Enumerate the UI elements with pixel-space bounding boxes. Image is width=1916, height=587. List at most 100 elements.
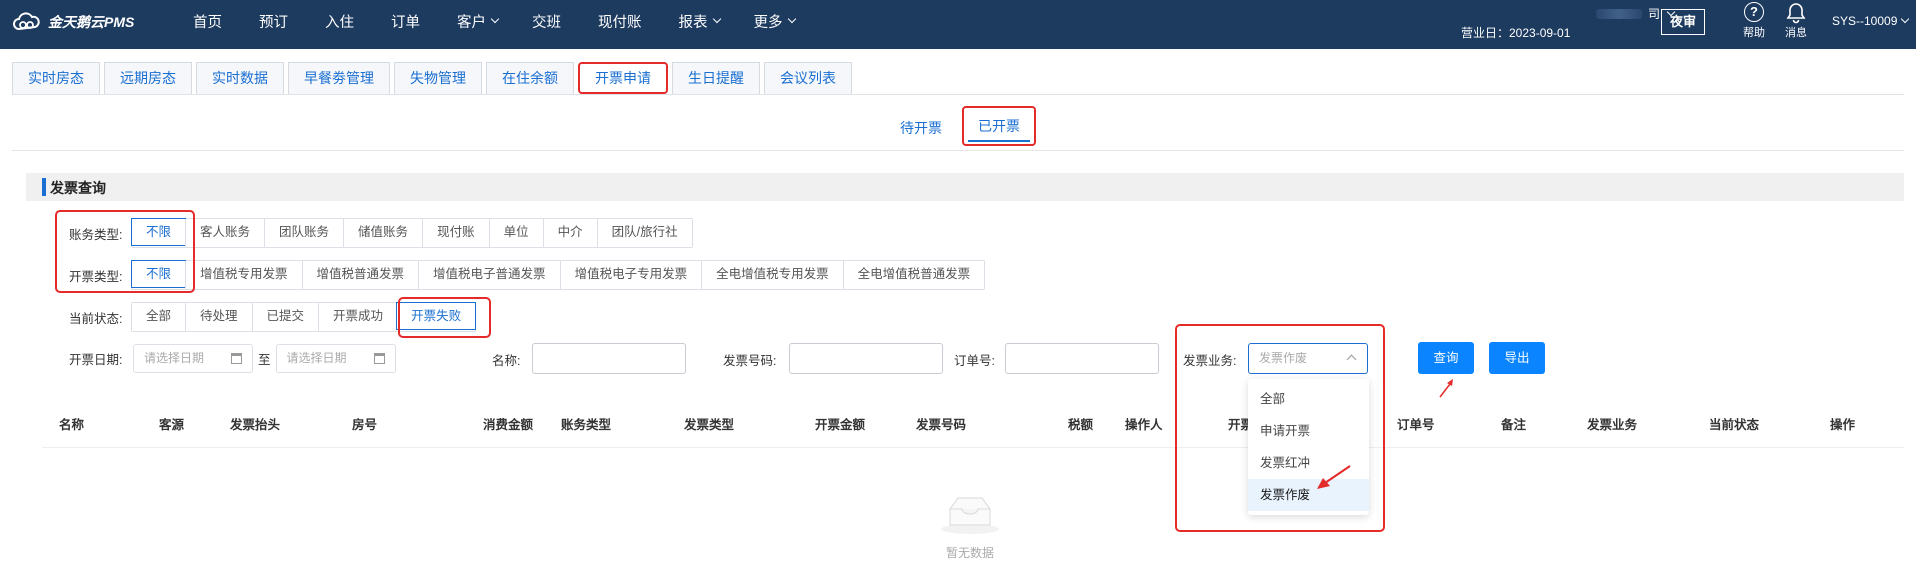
invoice-type-options: 不限 增值税专用发票 增值税普通发票 增值税电子普通发票 增值税电子专用发票 全… bbox=[131, 260, 986, 290]
date-range-separator: 至 bbox=[258, 353, 271, 367]
column-header: 消费金额 bbox=[483, 418, 534, 432]
account-type-option[interactable]: 团队账务 bbox=[264, 219, 344, 247]
column-header: 发票号码 bbox=[916, 418, 967, 432]
account-type-option[interactable]: 单位 bbox=[488, 219, 543, 247]
tab-in-house-balance[interactable]: 在住余额 bbox=[486, 62, 574, 94]
account-type-option[interactable]: 储值账务 bbox=[343, 219, 423, 247]
calendar-icon bbox=[373, 353, 385, 364]
app-logo-text: 金天鹅云PMS bbox=[48, 14, 135, 30]
arrow-head-icon bbox=[1447, 379, 1453, 386]
account-type-option[interactable]: 客人账务 bbox=[185, 219, 265, 247]
help-button[interactable]: ? 帮助 bbox=[1739, 2, 1769, 40]
column-header: 备注 bbox=[1501, 418, 1527, 432]
tab-lost-found[interactable]: 失物管理 bbox=[394, 62, 482, 94]
chevron-down-icon bbox=[490, 14, 500, 24]
business-date: 营业日：2023-09-01 bbox=[1461, 26, 1571, 40]
account-type-option[interactable]: 中介 bbox=[542, 219, 597, 247]
column-header: 名称 bbox=[59, 418, 85, 432]
empty-state: 暂无数据 bbox=[940, 495, 1000, 561]
empty-text: 暂无数据 bbox=[945, 546, 994, 560]
invoice-type-option[interactable]: 增值税电子普通发票 bbox=[418, 261, 560, 289]
chevron-down-icon bbox=[787, 14, 796, 24]
calendar-icon bbox=[231, 353, 242, 364]
column-header: 订单号 bbox=[1397, 418, 1435, 432]
name-label: 名称: bbox=[492, 354, 521, 368]
section-title: 发票查询 bbox=[50, 180, 106, 196]
subtab-divider bbox=[12, 150, 1904, 151]
column-header: 发票业务 bbox=[1587, 418, 1638, 432]
search-row: 开票日期: 请选择日期 至 请选择日期 bbox=[69, 344, 396, 373]
night-audit-button[interactable]: 夜审 bbox=[1661, 9, 1705, 35]
arrow-icon bbox=[1439, 383, 1451, 398]
account-type-options: 不限 客人账务 团队账务 储值账务 现付账 单位 中介 团队/旅行社 bbox=[131, 218, 693, 248]
chevron-down-icon bbox=[712, 14, 721, 24]
nav-shift[interactable]: 交班 bbox=[532, 11, 561, 32]
end-date-input[interactable]: 请选择日期 bbox=[275, 344, 396, 373]
nav-more[interactable]: 更多 bbox=[754, 11, 796, 32]
nav-checkin[interactable]: 入住 bbox=[325, 11, 354, 32]
section-accent-bar bbox=[42, 178, 46, 196]
order-number-input[interactable] bbox=[1005, 343, 1159, 374]
invoice-type-option[interactable]: 增值税专用发票 bbox=[185, 261, 302, 289]
annotation-highlight bbox=[398, 297, 491, 338]
column-header: 发票类型 bbox=[684, 418, 735, 432]
column-header: 客源 bbox=[159, 418, 185, 432]
cloud-logo-icon bbox=[13, 12, 40, 31]
status-option[interactable]: 待处理 bbox=[185, 303, 252, 331]
account-type-option[interactable]: 团队/旅行社 bbox=[596, 219, 692, 247]
invoice-type-option[interactable]: 增值税普通发票 bbox=[301, 261, 419, 289]
top-navbar: 金天鹅云PMS 首页 预订 入住 订单 客户 交班 现付账 报表 更多 司 营业… bbox=[0, 0, 1916, 49]
user-menu[interactable]: SYS--10009 bbox=[1832, 14, 1910, 28]
status-option[interactable]: 开票成功 bbox=[318, 303, 398, 331]
column-header: 税额 bbox=[1068, 418, 1094, 432]
empty-tray-icon bbox=[941, 497, 999, 534]
module-tabs: 实时房态 远期房态 实时数据 早餐劵管理 失物管理 在住余额 开票申请 生日提醒… bbox=[12, 62, 852, 94]
invoice-type-option[interactable]: 全电增值税普通发票 bbox=[842, 261, 985, 289]
name-input[interactable] bbox=[532, 343, 686, 374]
column-header: 账务类型 bbox=[561, 418, 612, 432]
app-logo[interactable]: 金天鹅云PMS bbox=[12, 12, 134, 32]
account-type-option[interactable]: 现付账 bbox=[422, 219, 489, 247]
messages-button[interactable]: 消息 bbox=[1781, 2, 1811, 40]
tab-invoice-request[interactable]: 开票申请 bbox=[578, 62, 668, 94]
subtab-issued[interactable]: 已开票 bbox=[962, 106, 1036, 146]
export-button[interactable]: 导出 bbox=[1489, 342, 1545, 374]
nav-booking[interactable]: 预订 bbox=[259, 11, 288, 32]
tab-realtime-room-status[interactable]: 实时房态 bbox=[12, 62, 100, 94]
invoice-type-option[interactable]: 全电增值税专用发票 bbox=[701, 261, 843, 289]
tab-breakfast-vouchers[interactable]: 早餐劵管理 bbox=[288, 62, 390, 94]
status-option[interactable]: 已提交 bbox=[251, 303, 319, 331]
column-header: 开票金额 bbox=[815, 418, 866, 432]
bell-icon bbox=[1786, 3, 1806, 24]
main-nav: 首页 预订 入住 订单 客户 交班 现付账 报表 更多 bbox=[193, 0, 796, 42]
hotel-name-redacted bbox=[1596, 8, 1642, 19]
invoice-number-input[interactable] bbox=[789, 343, 943, 374]
invoice-number-label: 发票号码: bbox=[723, 354, 777, 368]
nav-cash-account[interactable]: 现付账 bbox=[598, 11, 642, 32]
invoice-type-filter: 开票类型: 不限 增值税专用发票 增值税普通发票 增值税电子普通发票 增值税电子… bbox=[69, 260, 986, 290]
annotation-highlight bbox=[1175, 324, 1385, 532]
nav-orders[interactable]: 订单 bbox=[391, 11, 420, 32]
status-label: 当前状态: bbox=[69, 311, 123, 326]
column-header: 当前状态 bbox=[1709, 418, 1760, 432]
order-number-label: 订单号: bbox=[954, 354, 995, 368]
nav-customers[interactable]: 客户 bbox=[457, 11, 500, 32]
nav-home[interactable]: 首页 bbox=[193, 11, 222, 32]
status-option[interactable]: 全部 bbox=[132, 303, 186, 331]
question-icon: ? bbox=[1744, 2, 1764, 22]
invoice-type-option[interactable]: 增值税电子专用发票 bbox=[559, 261, 702, 289]
chevron-down-icon bbox=[1901, 14, 1910, 24]
tab-realtime-data[interactable]: 实时数据 bbox=[196, 62, 284, 94]
table-header: 名称 客源 发票抬头 房号 消费金额 账务类型 发票类型 开票金额 发票号码 税… bbox=[42, 400, 1904, 448]
tab-birthday-reminder[interactable]: 生日提醒 bbox=[672, 62, 760, 94]
tab-divider bbox=[12, 94, 1904, 95]
tab-meeting-list[interactable]: 会议列表 bbox=[764, 62, 852, 94]
subtab-pending[interactable]: 待开票 bbox=[890, 112, 952, 152]
start-date-input[interactable]: 请选择日期 bbox=[133, 344, 253, 373]
column-header: 房号 bbox=[352, 418, 378, 432]
nav-reports[interactable]: 报表 bbox=[679, 11, 721, 32]
search-button[interactable]: 查询 bbox=[1418, 342, 1474, 374]
tab-future-room-status[interactable]: 远期房态 bbox=[104, 62, 192, 94]
date-label: 开票日期: bbox=[69, 353, 123, 367]
column-header: 发票抬头 bbox=[230, 418, 281, 432]
